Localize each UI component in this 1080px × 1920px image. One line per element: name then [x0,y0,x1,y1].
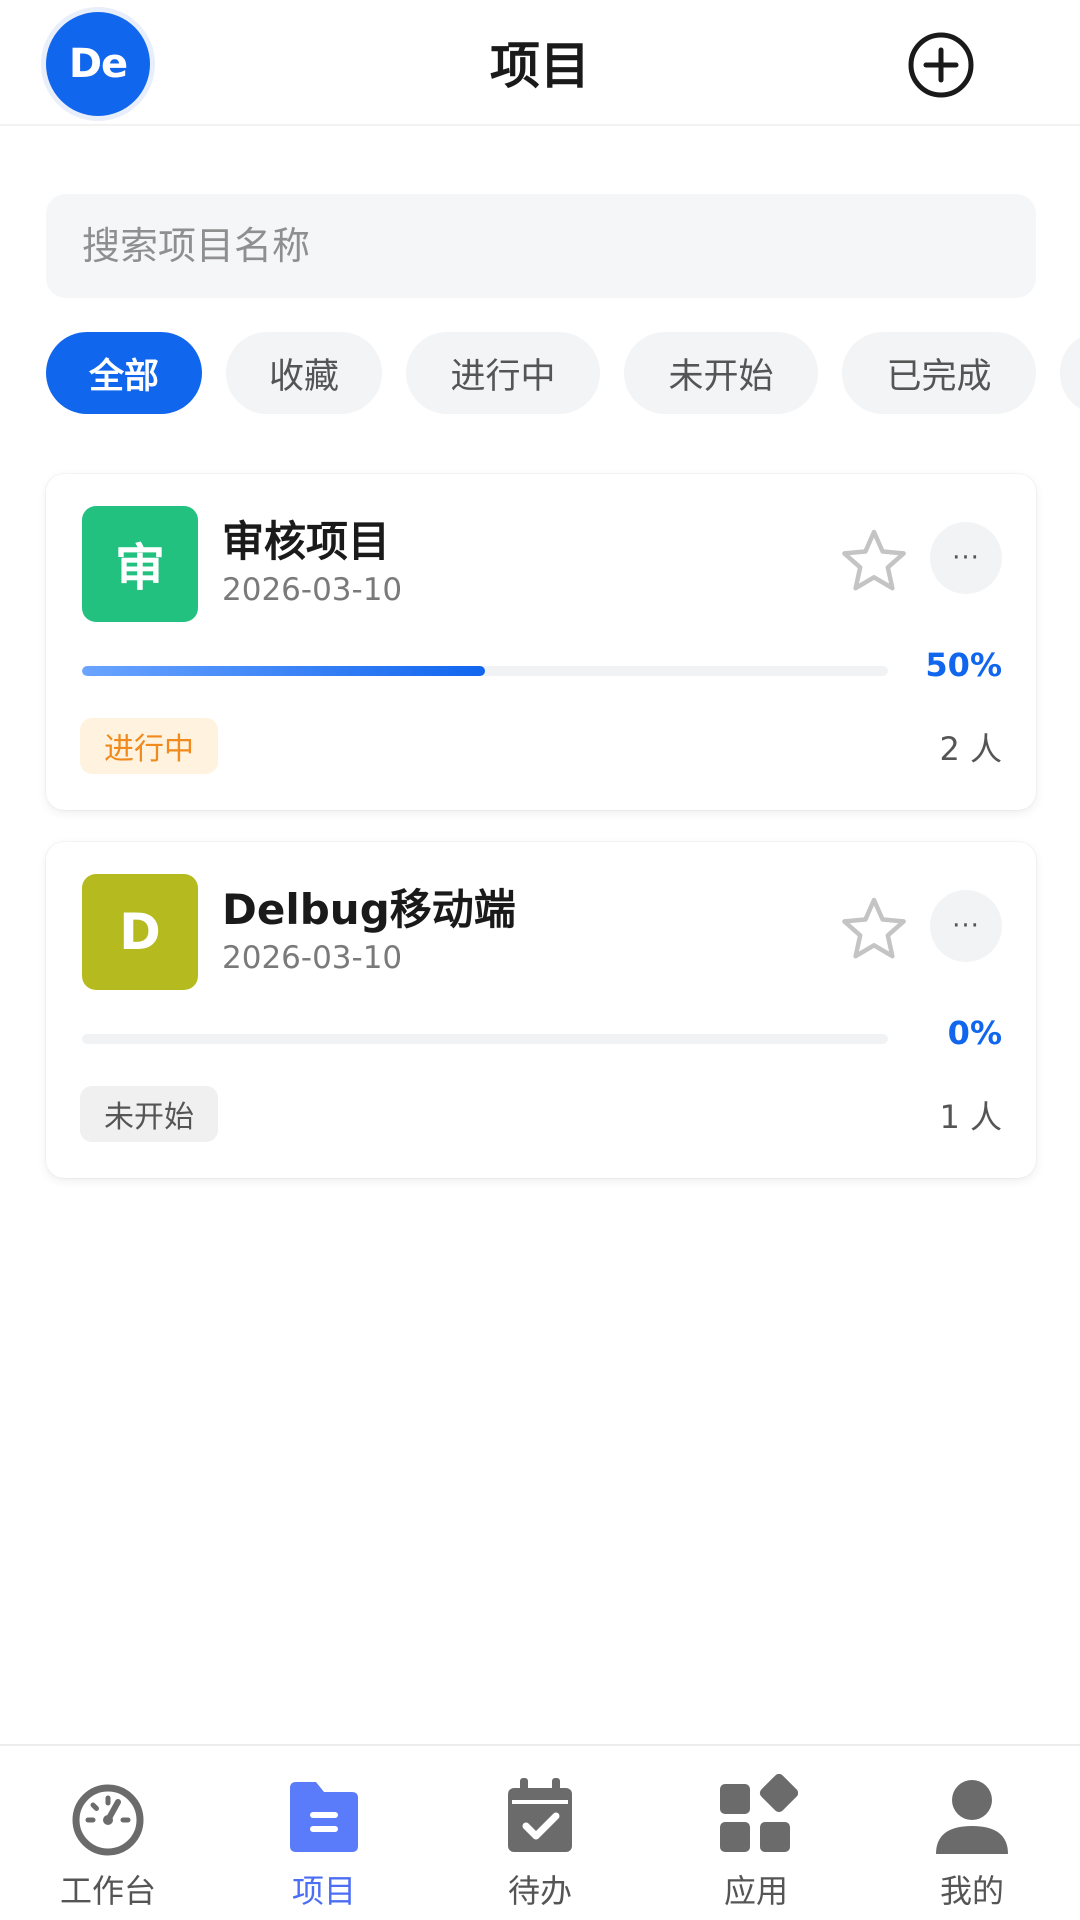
more-options-button[interactable]: ··· [930,522,1002,594]
nav-item-workbench[interactable]: 工作台 [0,1746,216,1920]
calendar-check-icon [508,1778,572,1852]
filter-chip-in-progress[interactable]: 进行中 [406,332,600,414]
nav-item-projects[interactable]: 项目 [216,1746,432,1920]
top-bar: De 项目 [0,0,1080,126]
star-icon[interactable] [836,524,912,600]
filter-chip-favorites[interactable]: 收藏 [226,332,382,414]
nav-label: 待办 [507,1872,572,1910]
progress-bar [82,666,888,676]
status-badge: 未开始 [80,1086,218,1142]
project-logo: 审 [82,506,198,622]
progress-bar [82,1034,888,1044]
more-options-button[interactable]: ··· [930,890,1002,962]
nav-label: 项目 [291,1872,356,1910]
status-badge: 进行中 [80,718,218,774]
progress-percent: 0% [947,1014,1002,1052]
filter-chip-completed[interactable]: 已完成 [842,332,1036,414]
progress-percent: 50% [925,646,1002,684]
apps-icon [720,1774,798,1852]
bottom-nav: 工作台 项目 待办 应用 我的 [0,1744,1080,1920]
member-count: 1 人 [939,1098,1002,1136]
project-name: 审核项目 [222,517,391,566]
nav-item-apps[interactable]: 应用 [648,1746,864,1920]
project-logo: D [82,874,198,990]
project-name: Delbug移动端 [222,885,516,934]
filter-tabs: 全部 收藏 进行中 未开始 已完成 [46,332,1080,414]
member-count: 2 人 [939,730,1002,768]
projects-page: De 项目 全部 收藏 进行中 未开始 已完成 审 审核项目 2026-03-1… [0,0,1080,1920]
dashboard-icon [72,1784,144,1856]
folder-icon [290,1782,358,1852]
filter-chip-overflow[interactable] [1060,332,1080,414]
star-icon[interactable] [836,892,912,968]
project-card[interactable]: 审 审核项目 2026-03-10 ··· 50% 进行中 2 人 [46,474,1036,810]
nav-label: 工作台 [59,1872,156,1910]
search-input[interactable] [46,194,1036,298]
nav-item-me[interactable]: 我的 [864,1746,1080,1920]
filter-chip-not-started[interactable]: 未开始 [624,332,818,414]
nav-label: 应用 [723,1872,788,1910]
nav-label: 我的 [939,1872,1004,1910]
nav-item-todo[interactable]: 待办 [432,1746,648,1920]
progress-fill [82,666,485,676]
user-icon [936,1780,1008,1854]
add-project-button[interactable] [906,30,976,100]
project-date: 2026-03-10 [222,940,403,976]
plus-circle-icon [908,32,974,98]
project-card[interactable]: D Delbug移动端 2026-03-10 ··· 0% 未开始 1 人 [46,842,1036,1178]
project-date: 2026-03-10 [222,572,403,608]
filter-chip-all[interactable]: 全部 [46,332,202,414]
